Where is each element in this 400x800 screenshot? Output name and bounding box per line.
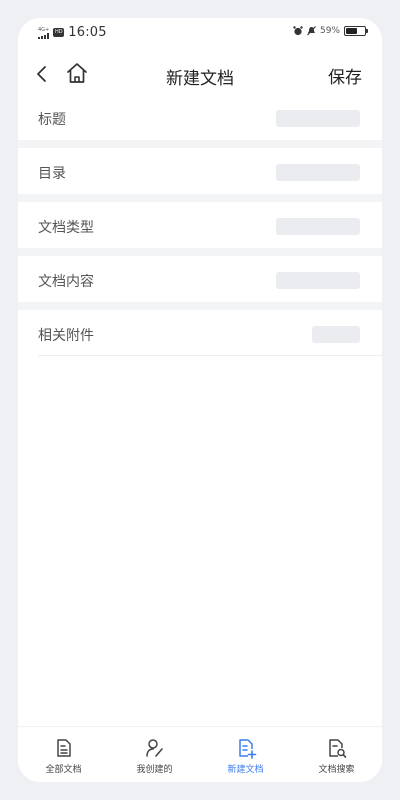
- row-separator: [38, 355, 382, 356]
- doc-type-value[interactable]: [276, 218, 360, 235]
- directory-row[interactable]: 目录: [18, 148, 382, 194]
- section-divider: [18, 194, 382, 202]
- phone-screen: 4G+ HD 16:05 59% 新建文档 保存 标题 目录 文档类型 文档内容…: [18, 18, 382, 782]
- doc-type-row[interactable]: 文档类型: [18, 202, 382, 248]
- attachments-row[interactable]: 相关附件: [18, 310, 382, 356]
- tab-my-created[interactable]: 我创建的: [109, 727, 200, 782]
- save-button[interactable]: 保存: [328, 63, 362, 88]
- title-value[interactable]: [276, 110, 360, 127]
- title-label: 标题: [38, 112, 66, 128]
- directory-label: 目录: [38, 166, 66, 182]
- battery-percent: 59%: [319, 26, 340, 36]
- section-divider: [18, 248, 382, 256]
- tab-label: 全部文档: [45, 765, 82, 775]
- tab-document-search[interactable]: 文档搜索: [291, 727, 382, 782]
- document-add-icon: [238, 739, 256, 759]
- battery-icon: [344, 26, 368, 36]
- tab-bar: 全部文档 我创建的 新建文档 文档搜索: [18, 726, 382, 782]
- directory-value[interactable]: [276, 164, 360, 181]
- doc-content-value[interactable]: [276, 272, 360, 289]
- document-form: 标题 目录 文档类型 文档内容 相关附件: [18, 94, 382, 356]
- tab-new-document[interactable]: 新建文档: [200, 727, 291, 782]
- mute-icon: [307, 26, 316, 36]
- doc-type-label: 文档类型: [38, 220, 94, 236]
- attachments-value[interactable]: [312, 326, 360, 343]
- attachments-label: 相关附件: [38, 328, 94, 344]
- doc-content-label: 文档内容: [38, 274, 94, 290]
- title-row[interactable]: 标题: [18, 94, 382, 140]
- status-bar: 4G+ HD 16:05 59%: [18, 18, 382, 48]
- tab-label: 文档搜索: [318, 765, 355, 775]
- status-right: 59%: [293, 26, 368, 36]
- user-edit-icon: [145, 739, 163, 757]
- hd-icon: HD: [53, 28, 65, 37]
- status-time: 16:05: [68, 25, 107, 40]
- alarm-icon: [293, 26, 303, 36]
- tab-all-documents[interactable]: 全部文档: [18, 727, 109, 782]
- tab-label: 新建文档: [227, 765, 264, 775]
- section-divider: [18, 140, 382, 148]
- document-list-icon: [56, 739, 71, 757]
- section-divider: [18, 302, 382, 310]
- status-left: 4G+ HD 16:05: [38, 25, 107, 40]
- document-search-icon: [328, 739, 346, 758]
- signal-icon: 4G+: [38, 27, 49, 39]
- tab-label: 我创建的: [136, 765, 173, 775]
- nav-bar: 新建文档 保存: [18, 54, 382, 94]
- doc-content-row[interactable]: 文档内容: [18, 256, 382, 302]
